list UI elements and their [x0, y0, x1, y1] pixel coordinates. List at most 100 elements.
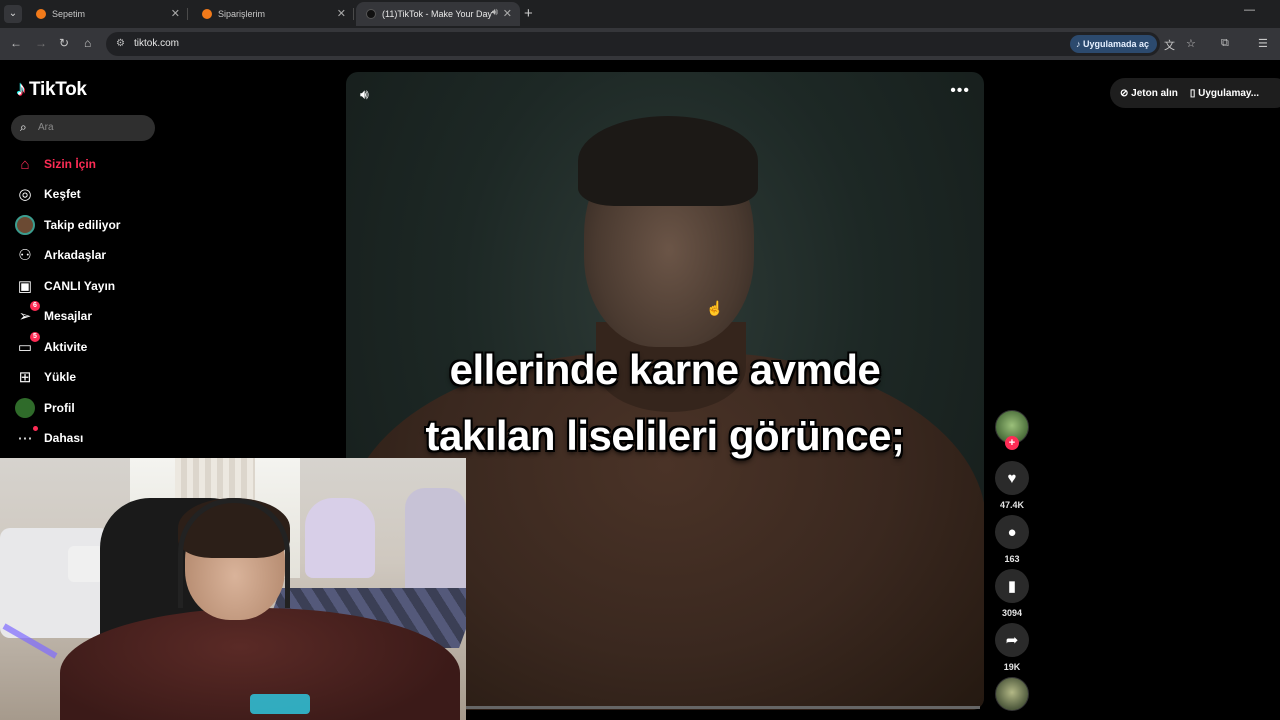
browser-tab-bar: ⌄ Sepetim ✕ Siparişlerim ✕ (11)TikTok - …: [0, 0, 1280, 28]
sidebar-item-for-you[interactable]: ⌂ Sizin İçin: [14, 152, 314, 176]
sidebar-item-label: Takip ediliyor: [44, 218, 121, 232]
cam-headset: [178, 498, 290, 608]
more-icon: ⋯: [14, 426, 38, 449]
sidebar-item-live[interactable]: ▣ CANLI Yayın: [14, 274, 314, 298]
cam-mic-light: [250, 694, 310, 714]
sidebar-item-profile[interactable]: Profil: [14, 396, 314, 420]
comment-icon: ●: [1007, 523, 1017, 541]
sidebar-item-messages[interactable]: ➢ 6 Mesajlar: [14, 301, 314, 328]
sidebar-item-label: Dahası: [44, 431, 84, 445]
cam-pillow: [68, 546, 104, 582]
share-icon: ➦: [1005, 632, 1019, 649]
sidebar-item-upload[interactable]: ⊞ Yükle: [14, 365, 314, 389]
logo-text: TikTok: [29, 78, 87, 100]
volume-icon[interactable]: 🔊︎: [360, 86, 369, 103]
tiktok-logo[interactable]: ♪ TikTok: [16, 78, 87, 101]
get-app-label: Uygulamay...: [1198, 87, 1260, 99]
share-button[interactable]: ➦: [995, 623, 1029, 657]
live-icon: ▣: [17, 278, 33, 295]
messages-badge: 6: [30, 301, 40, 311]
header-actions: ⊘ Jeton alın ▯ Uygulamay...: [1110, 78, 1280, 108]
side-panel-icon[interactable]: ☰: [1258, 37, 1268, 50]
site-info-icon[interactable]: ⚙: [116, 38, 125, 49]
address-bar: ← → ↻ ⌂ ⚙ tiktok.com ♪ Uygulamada aç 文 ☆…: [0, 28, 1280, 60]
comment-count: 163: [1004, 554, 1020, 564]
tab-tiktok[interactable]: (11)TikTok - Make Your Day 🔊︎ ✕: [356, 2, 520, 26]
video-caption-line-1: ellerinde karne avmde: [449, 346, 881, 393]
sound-disc-avatar[interactable]: [995, 677, 1029, 711]
sidebar-item-explore[interactable]: ◎ Keşfet: [14, 182, 314, 206]
close-icon[interactable]: ✕: [503, 7, 512, 20]
open-in-app-button[interactable]: ♪ Uygulamada aç: [1070, 35, 1158, 53]
video-frame-hair: [578, 116, 758, 206]
friends-icon: ⚇: [18, 247, 32, 264]
share-count: 19K: [1003, 662, 1021, 672]
messages-icon: ➢ 6: [14, 301, 40, 327]
follow-plus-icon[interactable]: +: [1005, 436, 1019, 450]
sidebar-item-more[interactable]: ⋯ Dahası: [14, 426, 314, 450]
close-icon[interactable]: ✕: [337, 7, 346, 20]
sidebar-item-following[interactable]: Takip ediliyor: [14, 213, 314, 237]
video-caption-line-2: takılan liselileri görünce;: [425, 412, 906, 459]
like-button[interactable]: ♥: [995, 461, 1029, 495]
tab-search-button[interactable]: ⌄: [4, 5, 22, 23]
tiktok-note-icon: ♪: [16, 78, 26, 100]
translate-icon[interactable]: 文: [1164, 37, 1175, 53]
sidebar-item-label: Arkadaşlar: [44, 248, 107, 262]
search-icon: ⌕: [20, 120, 27, 134]
webcam-overlay: [0, 458, 466, 720]
tab-siparislerim[interactable]: Siparişlerim ✕: [192, 2, 354, 26]
activity-icon: ▭ 5: [14, 332, 40, 358]
sidebar-item-label: Mesajlar: [44, 309, 93, 323]
save-button[interactable]: ▮: [995, 569, 1029, 603]
forward-icon[interactable]: →: [35, 36, 47, 50]
open-in-app-label: Uygulamada aç: [1083, 39, 1150, 49]
sidebar-item-label: Aktivite: [44, 340, 88, 354]
get-coins-button[interactable]: ⊘ Jeton alın: [1120, 88, 1178, 99]
sidebar-item-label: Profil: [44, 401, 75, 415]
sidebar-item-activity[interactable]: ▭ 5 Aktivite: [14, 332, 314, 359]
like-count: 47.4K: [999, 500, 1025, 510]
bookmark-icon: ▮: [1007, 578, 1017, 595]
tab-title: Siparişlerim: [218, 9, 266, 19]
search-placeholder: Ara: [38, 122, 54, 133]
tab-favicon: [202, 9, 212, 19]
heart-icon: ♥: [1007, 469, 1017, 487]
get-app-button[interactable]: ▯ Uygulamay...: [1190, 88, 1259, 99]
cam-sofa: [0, 528, 110, 638]
sidebar-item-friends[interactable]: ⚇ Arkadaşlar: [14, 243, 314, 267]
profile-icon: [14, 397, 36, 419]
sidebar-item-label: Sizin İçin: [44, 157, 97, 171]
back-icon[interactable]: ←: [10, 36, 22, 50]
sidebar-item-label: Yükle: [44, 370, 77, 384]
avatar-icon: [14, 214, 36, 236]
tab-favicon: [36, 9, 46, 19]
close-icon[interactable]: ✕: [171, 7, 180, 20]
search-input[interactable]: ⌕ Ara: [11, 115, 155, 141]
mouse-cursor-icon: ☝: [706, 300, 724, 316]
tab-title: (11)TikTok - Make Your Day: [382, 9, 493, 19]
home-icon[interactable]: ⌂: [84, 36, 91, 50]
speaker-icon[interactable]: 🔊︎: [492, 7, 498, 18]
new-tab-button[interactable]: +: [524, 5, 533, 22]
home-icon: ⌂: [20, 155, 30, 173]
save-count: 3094: [1001, 608, 1023, 618]
more-options-icon[interactable]: •••: [950, 82, 970, 100]
activity-badge: 5: [30, 332, 40, 342]
tab-sepetim[interactable]: Sepetim ✕: [26, 2, 188, 26]
tab-title: Sepetim: [52, 9, 86, 19]
comment-button[interactable]: ●: [995, 515, 1029, 549]
reload-icon[interactable]: ↻: [59, 36, 69, 50]
extensions-icon[interactable]: ⧉: [1221, 37, 1229, 50]
get-coins-label: Jeton alın: [1131, 87, 1178, 99]
sidebar-item-label: Keşfet: [44, 187, 81, 201]
upload-icon: ⊞: [18, 369, 32, 386]
minimize-button[interactable]: —: [1244, 4, 1255, 16]
url-field[interactable]: ⚙ tiktok.com ♪ Uygulamada aç 文 ☆: [106, 32, 1196, 56]
cam-armchair: [305, 498, 375, 578]
notification-dot: [33, 426, 38, 431]
bookmark-star-icon[interactable]: ☆: [1186, 37, 1196, 50]
url-text[interactable]: tiktok.com: [134, 38, 179, 49]
compass-icon: ◎: [18, 186, 32, 203]
tiktok-favicon: [366, 9, 376, 19]
